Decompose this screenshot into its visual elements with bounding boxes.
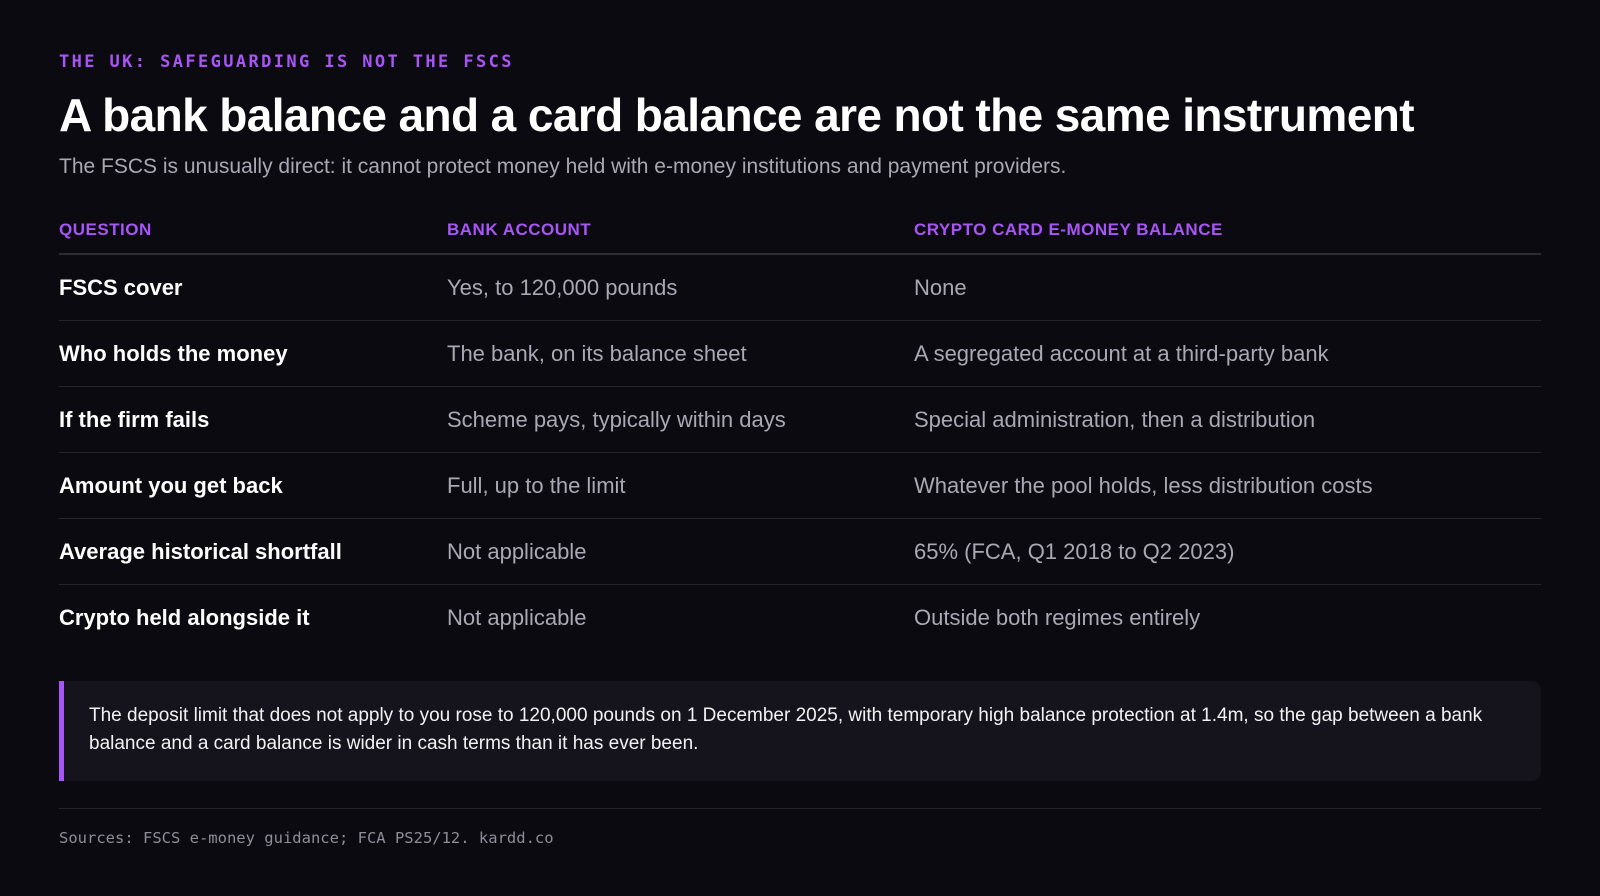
callout-note: The deposit limit that does not apply to… [59,681,1541,781]
row-card-value: A segregated account at a third-party ba… [914,320,1541,387]
table-row: Average historical shortfall Not applica… [59,518,1541,585]
row-question: FSCS cover [59,254,447,321]
row-bank-value: Not applicable [447,518,914,585]
row-question: Who holds the money [59,320,447,387]
table-row: If the firm fails Scheme pays, typically… [59,386,1541,453]
row-card-value: Whatever the pool holds, less distributi… [914,452,1541,519]
table-row: Crypto held alongside it Not applicable … [59,585,1541,651]
row-card-value: None [914,254,1541,321]
table-row: FSCS cover Yes, to 120,000 pounds None [59,254,1541,321]
table-row: Who holds the money The bank, on its bal… [59,320,1541,387]
sources-footnote: Sources: FSCS e-money guidance; FCA PS25… [59,829,554,847]
row-question: Average historical shortfall [59,518,447,585]
comparison-table: QUESTION BANK ACCOUNT CRYPTO CARD E-MONE… [59,207,1541,650]
column-header-card-balance: CRYPTO CARD E-MONEY BALANCE [914,207,1541,255]
row-bank-value: Full, up to the limit [447,452,914,519]
column-header-bank-account: BANK ACCOUNT [447,207,914,255]
row-bank-value: Yes, to 120,000 pounds [447,254,914,321]
page-subtitle: The FSCS is unusually direct: it cannot … [59,155,1067,178]
page-title: A bank balance and a card balance are no… [59,89,1415,141]
row-card-value: 65% (FCA, Q1 2018 to Q2 2023) [914,518,1541,585]
table-row: Amount you get back Full, up to the limi… [59,452,1541,519]
row-question: Amount you get back [59,452,447,519]
eyebrow-label: THE UK: SAFEGUARDING IS NOT THE FSCS [59,52,514,72]
row-question: Crypto held alongside it [59,604,310,630]
row-bank-value: Scheme pays, typically within days [447,386,914,453]
row-card-value: Outside both regimes entirely [914,604,1201,630]
page: THE UK: SAFEGUARDING IS NOT THE FSCS A b… [59,0,1541,896]
row-question: If the firm fails [59,386,447,453]
row-bank-value: The bank, on its balance sheet [447,320,914,387]
footer-divider [59,808,1541,809]
column-header-question: QUESTION [59,207,447,255]
row-card-value: Special administration, then a distribut… [914,386,1541,453]
row-bank-value: Not applicable [447,604,587,630]
table-header-row: QUESTION BANK ACCOUNT CRYPTO CARD E-MONE… [59,207,1541,255]
callout-text: The deposit limit that does not apply to… [89,705,1483,754]
